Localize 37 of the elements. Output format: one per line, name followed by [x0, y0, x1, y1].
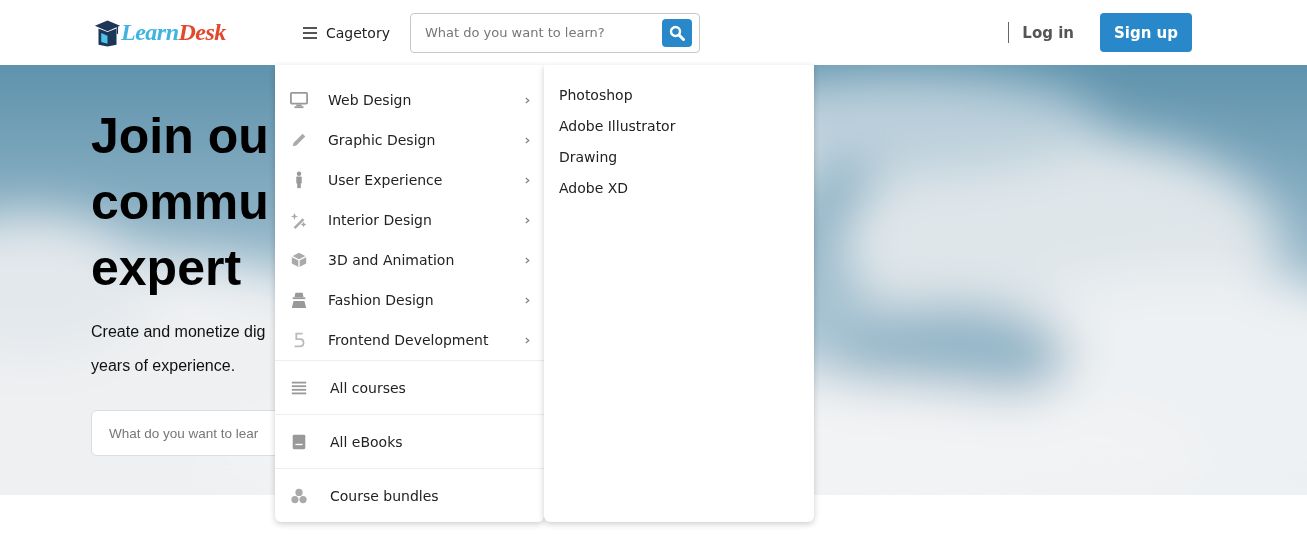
hero-title: expert: [91, 239, 242, 298]
chevron-right-icon: [525, 256, 530, 264]
graduation-cap-icon: [94, 17, 121, 48]
hero-title: Join ou: [91, 107, 269, 166]
hero-subtitle: years of experience.: [91, 356, 236, 376]
menu-icon: [303, 26, 317, 39]
submenu-item[interactable]: Drawing: [559, 147, 618, 168]
chevron-right-icon: [525, 96, 530, 104]
chevron-right-icon: [525, 296, 530, 304]
category-item[interactable]: Interior Design: [275, 200, 544, 240]
category-item[interactable]: Fashion Design: [275, 280, 544, 320]
chevron-right-icon: [525, 176, 530, 184]
search-field[interactable]: What do you want to learn?: [409, 12, 700, 53]
submenu-item[interactable]: Photoshop: [559, 85, 633, 106]
category-item[interactable]: User Experience: [275, 160, 544, 200]
pencil-icon: [290, 131, 308, 149]
chevron-right-icon: [525, 136, 530, 144]
category-item[interactable]: Frontend Development: [275, 320, 544, 360]
hero-subtitle: Create and monetize dig: [91, 322, 266, 342]
chevron-right-icon: [525, 216, 530, 224]
category-item[interactable]: Graphic Design: [275, 120, 544, 160]
signup-button[interactable]: Sign up: [1100, 13, 1192, 52]
hero-title: commu: [91, 173, 269, 232]
monitor-icon: [290, 91, 308, 109]
category-item[interactable]: 3D and Animation: [275, 240, 544, 280]
login-link[interactable]: Log in: [1022, 23, 1074, 42]
submenu-item[interactable]: Adobe Illustrator: [559, 116, 676, 137]
submenu-item[interactable]: Adobe XD: [559, 178, 629, 199]
category-item[interactable]: Web Design: [275, 80, 544, 120]
magic-wand-icon: [290, 211, 308, 229]
cube-icon: [290, 251, 308, 269]
logo-text[interactable]: LearnDesk: [121, 19, 226, 46]
category-button[interactable]: Cagetory: [303, 24, 390, 41]
cubes-icon: [290, 486, 308, 505]
search-icon: [668, 24, 685, 41]
book-icon: [290, 432, 308, 451]
chevron-right-icon: [525, 336, 530, 344]
